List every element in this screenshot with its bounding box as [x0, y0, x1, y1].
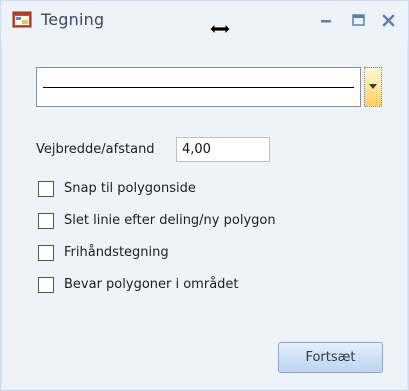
line-style-dropdown[interactable]: [36, 67, 361, 107]
road-width-input[interactable]: [176, 137, 270, 162]
checkbox[interactable]: [38, 181, 54, 197]
dropdown-button[interactable]: [364, 67, 382, 107]
checkbox[interactable]: [38, 277, 54, 293]
close-button[interactable]: [376, 8, 400, 32]
checkbox-label: Bevar polygoner i området: [64, 277, 239, 292]
checkbox-label: Frihåndstegning: [64, 245, 169, 260]
dialog-content: Vejbredde/afstand Snap til polygonside S…: [21, 41, 407, 391]
road-width-label: Vejbredde/afstand: [36, 142, 155, 157]
minimize-icon: [321, 20, 331, 23]
minimize-button[interactable]: [314, 8, 338, 32]
checkbox[interactable]: [38, 245, 54, 261]
horizontal-resize-cursor-icon: [209, 23, 231, 35]
checkbox[interactable]: [38, 213, 54, 229]
title-bar[interactable]: Tegning: [1, 1, 408, 41]
maximize-icon: [351, 14, 365, 26]
app-icon: [12, 11, 32, 28]
checkbox-label: Slet linie efter deling/ny polygon: [64, 213, 276, 228]
drawing-window: Tegning Vejbredde/afstand 4,00 Snap til …: [0, 0, 409, 391]
window-title: Tegning: [41, 10, 105, 29]
close-icon: [381, 13, 395, 27]
line-style-preview: [43, 87, 354, 88]
maximize-button[interactable]: [346, 8, 370, 32]
chevron-down-icon: [369, 84, 377, 89]
continue-button[interactable]: Fortsæt: [278, 342, 383, 373]
checkbox-label: Snap til polygonside: [64, 181, 196, 196]
